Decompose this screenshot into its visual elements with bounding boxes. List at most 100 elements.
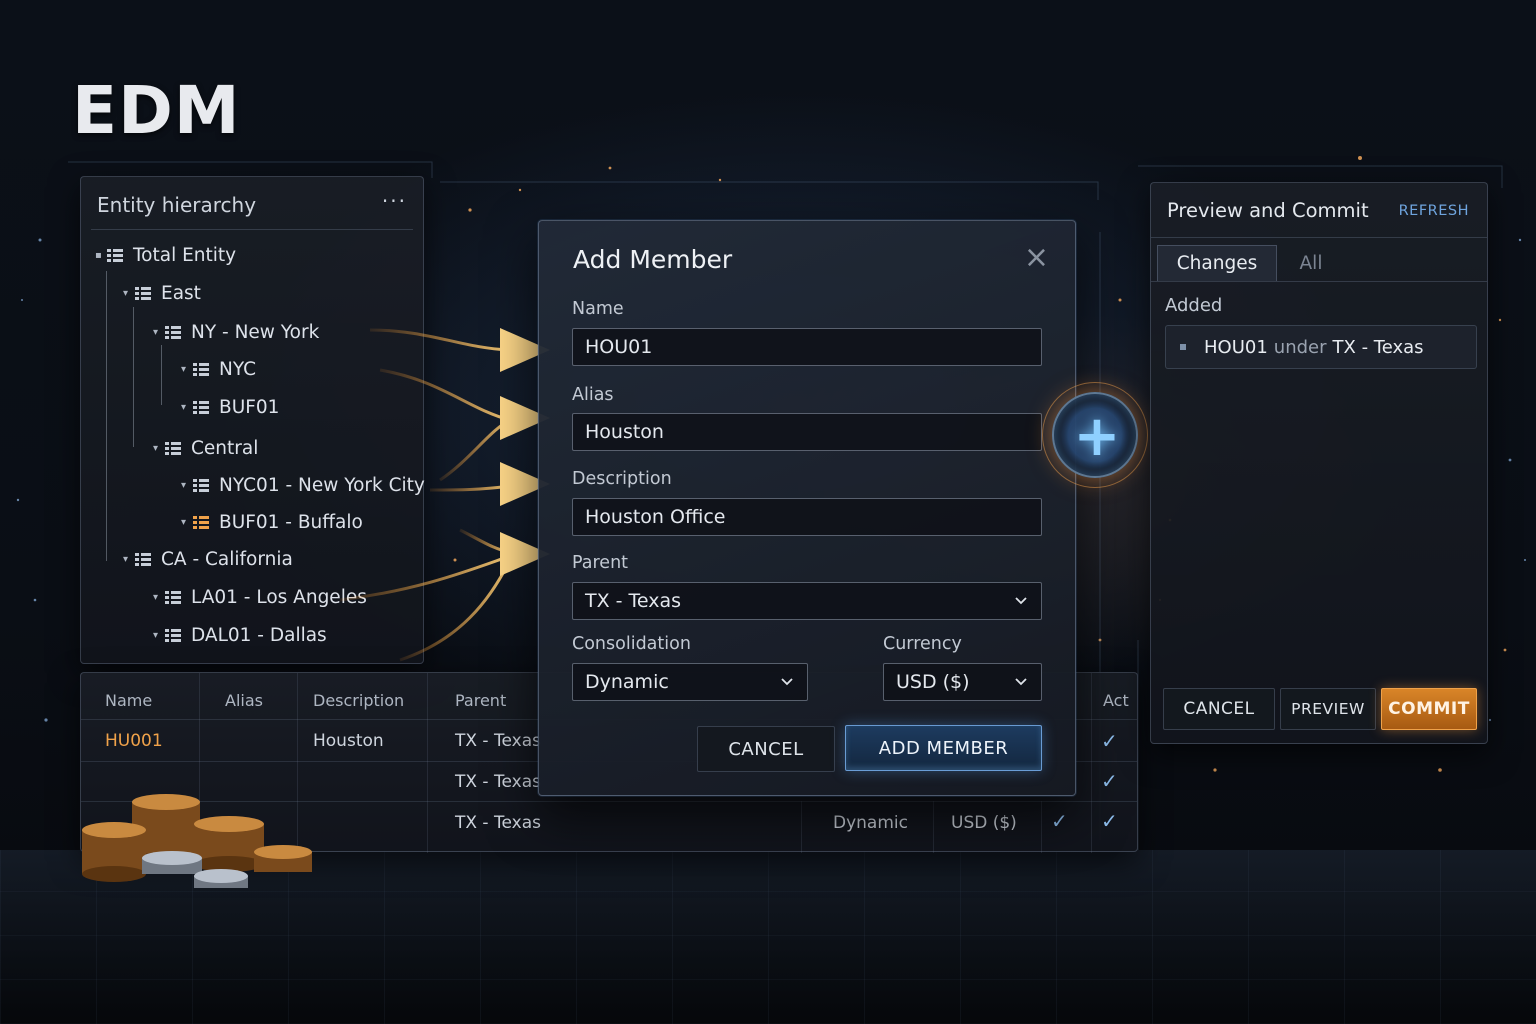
tree-item-nyc[interactable]: ▾ NYC [181, 359, 256, 380]
close-icon[interactable]: × [1024, 243, 1049, 273]
caret-down-icon[interactable]: ▪ [95, 250, 107, 261]
more-icon[interactable]: ··· [382, 189, 407, 213]
caret-down-icon[interactable]: ▾ [181, 364, 193, 375]
grid-icon [135, 286, 151, 301]
column-header-actions[interactable]: Act [1103, 691, 1131, 710]
tree-item-label: BUF01 [219, 397, 280, 418]
tree-connector [161, 345, 162, 405]
name-field[interactable]: HOU01 [572, 328, 1042, 366]
grid-icon [165, 590, 181, 605]
tree-item-ca[interactable]: ▾ CA - California [123, 549, 293, 570]
cell-parent: TX - Texas [455, 731, 541, 751]
column-header-description[interactable]: Description [313, 691, 404, 710]
cell-description: Houston [313, 731, 384, 751]
commit-button[interactable]: COMMIT [1381, 688, 1477, 730]
tree-item-central[interactable]: ▾ Central [153, 438, 258, 459]
column-divider [1041, 801, 1042, 853]
caret-down-icon[interactable]: ▾ [153, 630, 165, 641]
currency-label: Currency [883, 634, 962, 654]
grid-icon [107, 248, 123, 263]
add-orb[interactable]: + [1052, 392, 1138, 478]
refresh-button[interactable]: REFRESH [1399, 203, 1469, 219]
tree-item-buf01[interactable]: ▾ BUF01 [181, 397, 279, 418]
bullet-icon [1180, 344, 1186, 350]
cell-consolidation: Dynamic [833, 813, 908, 833]
column-header-alias[interactable]: Alias [225, 691, 263, 710]
check-icon[interactable]: ✓ [1101, 809, 1118, 833]
tree-item-la01[interactable]: ▾ LA01 - Los Angeles [153, 587, 367, 608]
column-divider [801, 801, 802, 853]
change-member: HOU01 [1204, 336, 1268, 358]
alias-field-value: Houston [585, 421, 664, 443]
description-field[interactable]: Houston Office [572, 498, 1042, 536]
tree-item-label: BUF01 - Buffalo [219, 512, 363, 533]
tree-item-buf01-buffalo[interactable]: ▾ BUF01 - Buffalo [181, 512, 363, 533]
cancel-button[interactable]: CANCEL [697, 726, 835, 772]
grid-icon [193, 515, 209, 530]
brand-title: EDM [72, 72, 241, 149]
caret-down-icon[interactable]: ▾ [123, 288, 135, 299]
tree-item-dal01[interactable]: ▾ DAL01 - Dallas [153, 625, 327, 646]
chevron-down-icon [1015, 678, 1027, 686]
column-header-name[interactable]: Name [105, 691, 152, 710]
currency-select-value: USD ($) [896, 671, 970, 693]
change-item[interactable]: HOU01 under TX - Texas [1165, 325, 1477, 369]
consolidation-select-value: Dynamic [585, 671, 669, 693]
caret-down-icon[interactable]: ▾ [153, 327, 165, 338]
grid-icon [193, 400, 209, 415]
parent-select-value: TX - Texas [585, 590, 682, 612]
tab-all[interactable]: All [1281, 245, 1341, 281]
grid-icon [135, 552, 151, 567]
caret-down-icon[interactable]: ▾ [123, 554, 135, 565]
added-section-label: Added [1165, 295, 1223, 316]
parent-select[interactable]: TX - Texas [572, 582, 1042, 620]
alias-label: Alias [572, 385, 614, 405]
preview-button[interactable]: PREVIEW [1280, 688, 1376, 730]
add-member-button[interactable]: ADD MEMBER [845, 725, 1042, 771]
tree-connector [106, 271, 107, 561]
add-member-dialog: Add Member × Name HOU01 Alias Houston De… [538, 220, 1076, 796]
tree-item-label: CA - California [161, 549, 293, 570]
name-field-value: HOU01 [585, 336, 653, 358]
tree-item-label: Total Entity [133, 245, 237, 266]
name-label: Name [572, 299, 624, 319]
alias-field[interactable]: Houston [572, 413, 1042, 451]
grid-icon [165, 441, 181, 456]
tree-item-label: NYC01 - New York City [219, 475, 425, 496]
column-divider [933, 801, 934, 853]
tree-item-label: East [161, 283, 201, 304]
caret-down-icon[interactable]: ▾ [181, 517, 193, 528]
tree-item-label: NY - New York [191, 322, 320, 343]
grid-icon [193, 478, 209, 493]
description-label: Description [572, 469, 672, 489]
column-header-parent[interactable]: Parent [455, 691, 506, 710]
caret-down-icon[interactable]: ▾ [153, 443, 165, 454]
entity-hierarchy-title: Entity hierarchy [97, 193, 257, 217]
grid-icon [165, 628, 181, 643]
cell-currency: USD ($) [951, 813, 1017, 833]
tree-item-label: LA01 - Los Angeles [191, 587, 367, 608]
tree-item-ny[interactable]: ▾ NY - New York [153, 322, 319, 343]
check-icon[interactable]: ✓ [1101, 769, 1118, 793]
currency-select[interactable]: USD ($) [883, 663, 1042, 701]
consolidation-select[interactable]: Dynamic [572, 663, 808, 701]
check-icon[interactable]: ✓ [1051, 809, 1068, 833]
tree-item-label: NYC [219, 359, 257, 380]
consolidation-label: Consolidation [572, 634, 691, 654]
coins-illustration [82, 794, 312, 888]
tree-item-total-entity[interactable]: ▪ Total Entity [95, 245, 236, 266]
caret-down-icon[interactable]: ▾ [153, 592, 165, 603]
preview-cancel-button[interactable]: CANCEL [1163, 688, 1275, 730]
tree-item-nyc01[interactable]: ▾ NYC01 - New York City [181, 475, 425, 496]
check-icon[interactable]: ✓ [1101, 729, 1118, 753]
tab-changes[interactable]: Changes [1157, 245, 1277, 281]
caret-down-icon[interactable]: ▾ [181, 402, 193, 413]
tree-item-east[interactable]: ▾ East [123, 283, 201, 304]
chevron-down-icon [781, 678, 793, 686]
grid-icon [165, 325, 181, 340]
cell-parent: TX - Texas [455, 772, 541, 792]
parent-label: Parent [572, 553, 629, 573]
preview-title: Preview and Commit [1167, 199, 1369, 222]
description-field-value: Houston Office [585, 506, 726, 528]
caret-down-icon[interactable]: ▾ [181, 480, 193, 491]
